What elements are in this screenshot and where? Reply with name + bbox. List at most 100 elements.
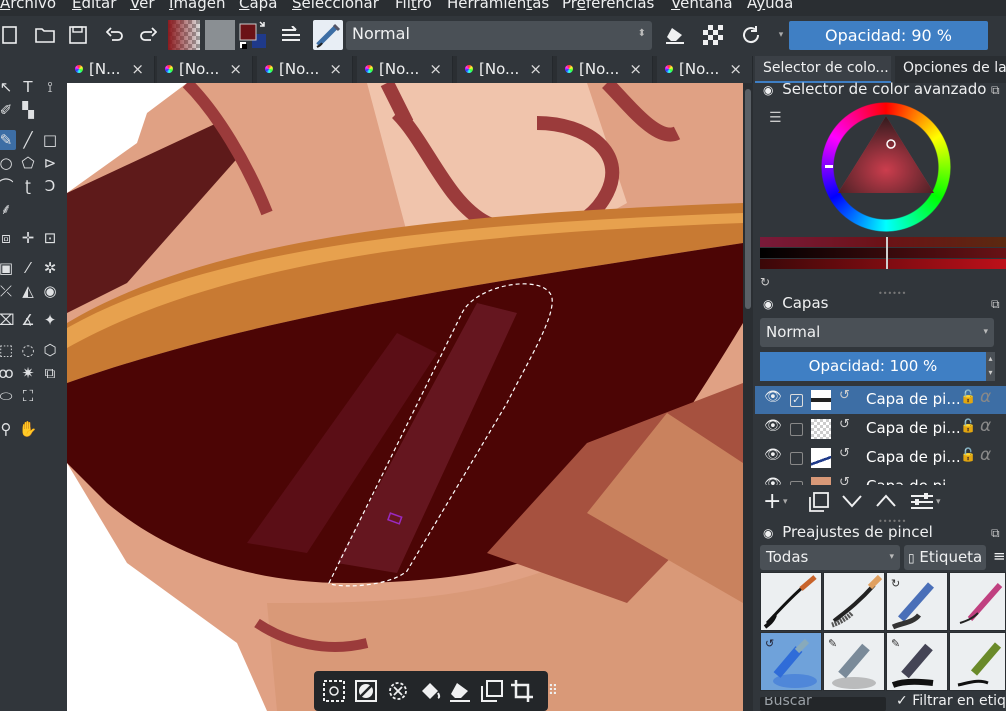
saturation-slider[interactable]: [760, 259, 1006, 269]
pattern-swatch-icon[interactable]: [205, 20, 235, 50]
open-folder-icon[interactable]: [31, 21, 59, 49]
alpha-lock-icon[interactable]: α: [980, 387, 991, 407]
line-tool-icon[interactable]: ╱: [18, 130, 38, 150]
layer-row[interactable]: 👁 ↺ Capa de pi...: [755, 473, 1006, 485]
lock-icon[interactable]: 🔓: [960, 419, 976, 434]
layer-checkbox[interactable]: [790, 452, 803, 465]
crop-tool-icon[interactable]: ⊡: [40, 228, 60, 248]
document-tab[interactable]: [No... ×: [357, 56, 453, 83]
brush-preset-airbrush-selected[interactable]: ↺: [760, 632, 822, 691]
rect-select-tool-icon[interactable]: ⬚: [0, 340, 16, 360]
layer-checkbox[interactable]: [790, 423, 803, 436]
reload-icon[interactable]: [737, 21, 765, 49]
polyline-tool-icon[interactable]: ⊳: [40, 153, 60, 173]
freehand-select-tool-icon[interactable]: ꝏ: [0, 363, 16, 383]
menu-editar[interactable]: Editar: [72, 0, 116, 12]
deselect-icon[interactable]: [354, 679, 378, 703]
gradient-swatch-icon[interactable]: [168, 20, 200, 50]
pattern-edit-tool-icon[interactable]: ▚: [18, 100, 38, 120]
layer-checkbox[interactable]: ✓: [790, 394, 803, 407]
layer-row[interactable]: 👁 ↺ Capa de pi... 🔓 α: [755, 444, 1006, 472]
color-picker-tool-icon[interactable]: ⁄: [18, 258, 38, 278]
redo-icon[interactable]: [134, 21, 162, 49]
close-icon[interactable]: ×: [131, 56, 144, 83]
hue-slider[interactable]: [760, 237, 1006, 247]
float-panel-icon[interactable]: ⧉: [991, 526, 1000, 541]
magnetic-select-tool-icon[interactable]: ⛶: [18, 386, 38, 406]
layer-name[interactable]: Capa de pi...: [866, 477, 961, 485]
layer-name[interactable]: Capa de pi...: [866, 448, 961, 466]
similar-select-tool-icon[interactable]: ⧉: [40, 363, 60, 383]
eye-icon[interactable]: 👁: [764, 418, 782, 434]
opacity-spin-icon[interactable]: ▴ ▾: [986, 352, 995, 381]
rectangle-tool-icon[interactable]: □: [40, 130, 60, 150]
chevron-down-icon[interactable]: ▾: [936, 497, 941, 507]
menu-ver[interactable]: Ver: [130, 0, 155, 12]
fill-selection-icon[interactable]: [418, 679, 442, 703]
gradient-tool-icon[interactable]: ▣: [0, 258, 16, 278]
freehand-path-tool-icon[interactable]: ʈ: [18, 176, 38, 196]
lock-icon[interactable]: 🔓: [960, 390, 976, 405]
tab-color-selector[interactable]: Selector de colo...: [755, 56, 891, 83]
menu-herramientas[interactable]: Herramientas: [447, 0, 549, 12]
document-tab[interactable]: [N... ×: [67, 56, 155, 83]
refresh-icon[interactable]: ↻: [760, 275, 770, 289]
menu-filtro[interactable]: Filtro: [395, 0, 432, 12]
move-layer-down-icon[interactable]: [841, 494, 863, 512]
blend-mode-select[interactable]: Normal ⬍: [346, 21, 652, 50]
layer-opacity-slider[interactable]: Opacidad: 100 %: [760, 352, 986, 381]
layer-row[interactable]: 👁 ✓ ↺ Capa de pi... 🔓 α: [755, 386, 1006, 414]
menu-archivo[interactable]: Archivo: [0, 0, 56, 12]
ellipse-select-tool-icon[interactable]: ◌: [18, 340, 38, 360]
move-layer-up-icon[interactable]: [875, 494, 897, 512]
ellipse-tool-icon[interactable]: ○: [0, 153, 16, 173]
brush-preset-charcoal[interactable]: [823, 572, 885, 631]
alpha-lock-icon[interactable]: [699, 21, 727, 49]
eye-icon[interactable]: 👁: [764, 476, 782, 485]
measure-tool-icon[interactable]: ⌧: [0, 310, 16, 330]
drawing-canvas[interactable]: [67, 83, 743, 711]
add-layer-icon[interactable]: +: [763, 489, 781, 514]
brush-preset-marker-blue[interactable]: ↻: [886, 572, 948, 631]
tab-tool-options[interactable]: Opciones de la: [895, 56, 1006, 83]
eye-icon[interactable]: 👁: [764, 389, 782, 405]
float-panel-icon[interactable]: ⧉: [991, 297, 1000, 312]
edit-shapes-tool-icon[interactable]: ⟟: [40, 77, 60, 97]
smart-patch-tool-icon[interactable]: ✲: [40, 258, 60, 278]
opacity-slider[interactable]: Opacidad: 90 %: [789, 21, 988, 50]
crop-to-selection-icon[interactable]: [510, 679, 534, 703]
save-icon[interactable]: [64, 21, 92, 49]
transform-tool-icon[interactable]: ⧈: [0, 228, 16, 248]
reference-tool-icon[interactable]: ✦: [40, 310, 60, 330]
new-document-icon[interactable]: [0, 21, 24, 49]
menu-capa[interactable]: Capa: [239, 0, 277, 12]
drag-handle-icon[interactable]: ⠿: [546, 679, 560, 703]
copy-to-layer-icon[interactable]: [480, 679, 504, 703]
document-tab[interactable]: [No... ×: [157, 56, 253, 83]
color-selector-menu-icon[interactable]: ☰: [769, 110, 782, 126]
brush-preset-black-marker[interactable]: ✎: [886, 632, 948, 691]
layer-properties-icon[interactable]: [910, 492, 934, 516]
dynamic-brush-tool-icon[interactable]: Ↄ: [40, 176, 60, 196]
alpha-lock-icon[interactable]: α: [980, 445, 991, 465]
brush-tag-filter-select[interactable]: Todas ▾: [760, 545, 900, 570]
close-icon[interactable]: ×: [629, 56, 642, 83]
scrollbar-thumb[interactable]: [745, 89, 751, 309]
fill-tool-icon[interactable]: ◭: [18, 281, 38, 301]
brush-view-menu-icon[interactable]: ≡: [993, 547, 1006, 565]
eye-icon[interactable]: 👁: [764, 447, 782, 463]
close-icon[interactable]: ×: [529, 56, 542, 83]
menu-ventana[interactable]: Ventana: [671, 0, 733, 12]
document-tab[interactable]: [No... ×: [657, 56, 753, 83]
close-icon[interactable]: ×: [429, 56, 442, 83]
brush-preset-icon[interactable]: [313, 20, 343, 50]
close-icon[interactable]: ×: [729, 56, 742, 83]
menu-seleccionar[interactable]: Seleccionar: [292, 0, 379, 12]
calligraphy-tool-icon[interactable]: ✐: [0, 100, 16, 120]
menu-preferencias[interactable]: Preferencias: [562, 0, 654, 12]
clear-selection-icon[interactable]: [386, 679, 410, 703]
brush-preset-gray-marker[interactable]: ✎: [823, 632, 885, 691]
document-tab[interactable]: [No... ×: [257, 56, 353, 83]
tag-button[interactable]: ▯ Etiqueta: [904, 545, 986, 570]
magic-wand-tool-icon[interactable]: ✷: [18, 363, 38, 383]
